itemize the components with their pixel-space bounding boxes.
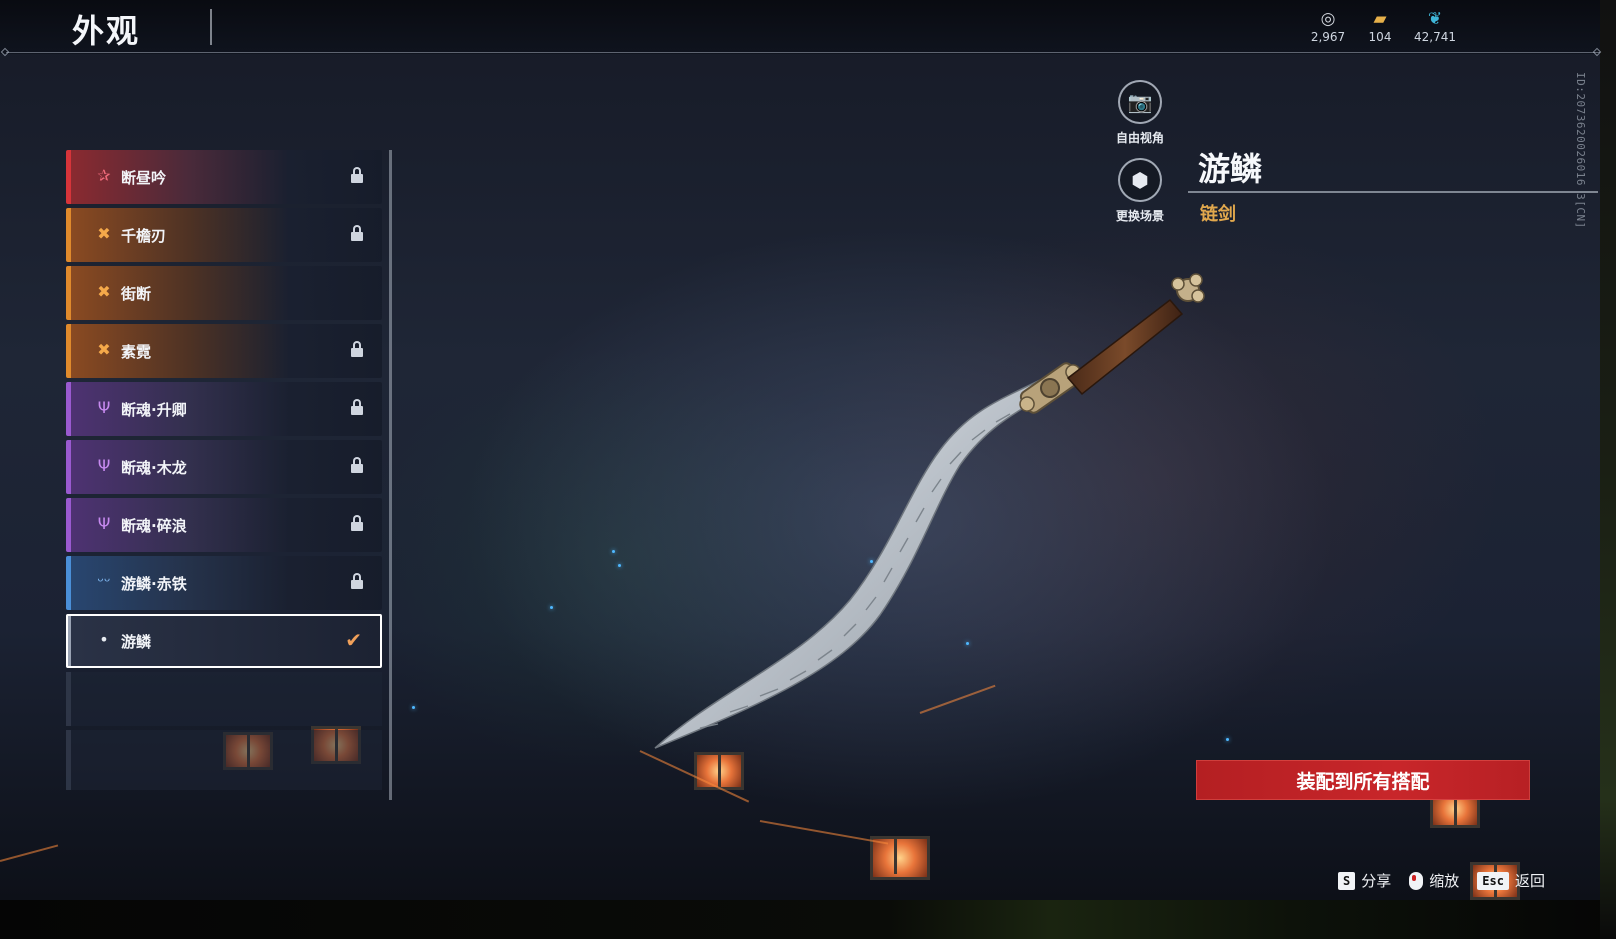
skin-item[interactable]: Ψ 断魂·升卿	[66, 382, 382, 436]
change-scene-button[interactable]: ⬢ 更换场景	[1100, 158, 1180, 224]
screen-border-right	[1600, 0, 1616, 939]
header-divider	[6, 52, 1600, 53]
skin-item-selected[interactable]: • 游鳞 ✔	[66, 614, 382, 668]
spark	[412, 706, 415, 709]
lava-crack	[759, 820, 889, 845]
ticket-icon: ▰	[1373, 9, 1387, 29]
lock-icon	[350, 456, 364, 476]
trident-icon: Ψ	[97, 456, 111, 475]
top-bar: 外观 ◎ 2,967 ▰ 104 ❦ 42,741	[0, 0, 1600, 54]
skin-list: ✰ 断昼吟 ✖ 千檐刃 ✖ 街断 ✖ 素霓 Ψ 断魂·升卿 Ψ 断魂·木龙 Ψ …	[66, 150, 386, 794]
cross-icon: ✖	[97, 340, 111, 359]
skin-item[interactable]: ✖ 素霓	[66, 324, 382, 378]
skin-item-label: 街断	[121, 285, 152, 303]
feather-icon: ❦	[1427, 9, 1443, 29]
item-type: 链剑	[1200, 204, 1236, 225]
player-id: ID:2073620026016 3[CN]	[1574, 72, 1587, 229]
back-hint[interactable]: Esc 返回	[1477, 870, 1545, 891]
cube-icon: ⬢	[1118, 158, 1162, 202]
star-icon: ✰	[97, 166, 111, 185]
currency-tickets: ▰ 104	[1356, 8, 1404, 44]
lock-icon	[350, 572, 364, 592]
camera-icon: 📷	[1118, 80, 1162, 124]
skin-item-label: 断魂·碎浪	[121, 517, 187, 535]
share-hint[interactable]: S 分享	[1338, 870, 1391, 891]
mouse-icon	[1409, 871, 1424, 890]
zoom-hint[interactable]: 缩放	[1409, 870, 1459, 891]
skin-item[interactable]: Ψ 断魂·碎浪	[66, 498, 382, 552]
hint-label: 返回	[1514, 872, 1545, 890]
currency-feathers: ❦ 42,741	[1404, 8, 1466, 44]
skin-item[interactable]: Ψ 断魂·木龙	[66, 440, 382, 494]
lava-crack	[0, 844, 59, 862]
skin-item[interactable]: ✖ 千檐刃	[66, 208, 382, 262]
skin-item-label: 千檐刃	[121, 227, 167, 245]
hint-label: 分享	[1361, 872, 1392, 890]
currency-bar: ◎ 2,967 ▰ 104 ❦ 42,741	[1300, 8, 1466, 44]
screen-border-bottom	[0, 900, 1616, 939]
skin-item-label: 素霓	[121, 343, 152, 361]
skin-item-label: 断魂·升卿	[121, 401, 187, 419]
spark	[618, 564, 621, 567]
cross-icon: ✖	[97, 282, 111, 301]
hint-bar: S 分享 缩放 Esc 返回	[1338, 870, 1545, 891]
currency-coins: ◎ 2,967	[1300, 8, 1356, 44]
free-view-button[interactable]: 📷 自由视角	[1100, 80, 1180, 146]
skin-item-label: 游鳞	[121, 633, 152, 651]
empty-slot	[66, 730, 382, 790]
drop-icon: •	[99, 630, 109, 649]
trident-icon: Ψ	[97, 514, 111, 533]
skin-item[interactable]: ᵕᵕ 游鳞·赤铁	[66, 556, 382, 610]
hint-label: 缩放	[1429, 872, 1460, 890]
lock-icon	[350, 224, 364, 244]
lock-icon	[350, 514, 364, 534]
skin-item-label: 游鳞·赤铁	[121, 575, 187, 593]
lock-icon	[350, 166, 364, 186]
skin-item[interactable]: ✖ 街断	[66, 266, 382, 320]
lock-icon	[350, 340, 364, 360]
spark	[612, 550, 615, 553]
wings-icon: ᵕᵕ	[97, 572, 111, 591]
key-esc: Esc	[1477, 871, 1509, 890]
skin-item-label: 断魂·木龙	[121, 459, 187, 477]
currency-value: 42,741	[1414, 30, 1456, 44]
free-view-label: 自由视角	[1115, 131, 1164, 145]
checkmark-icon: ✔	[345, 628, 362, 652]
empty-slot	[66, 672, 382, 726]
equip-all-button[interactable]: 装配到所有搭配	[1196, 760, 1530, 800]
title-divider	[210, 9, 212, 45]
coin-icon: ◎	[1320, 9, 1336, 29]
skin-item[interactable]: ✰ 断昼吟	[66, 150, 382, 204]
cross-icon: ✖	[97, 224, 111, 243]
lock-icon	[350, 398, 364, 418]
name-divider	[1188, 191, 1598, 193]
item-name: 游鳞	[1198, 150, 1263, 188]
currency-value: 104	[1368, 30, 1392, 44]
change-scene-label: 更换场景	[1115, 209, 1164, 223]
currency-value: 2,967	[1310, 30, 1346, 44]
skin-item-label: 断昼吟	[121, 169, 167, 187]
list-scrollbar[interactable]	[389, 150, 392, 800]
spark	[550, 606, 553, 609]
key-s: S	[1338, 871, 1356, 890]
page-title: 外观	[72, 12, 141, 50]
trident-icon: Ψ	[97, 398, 111, 417]
weapon-preview[interactable]	[640, 260, 1260, 760]
